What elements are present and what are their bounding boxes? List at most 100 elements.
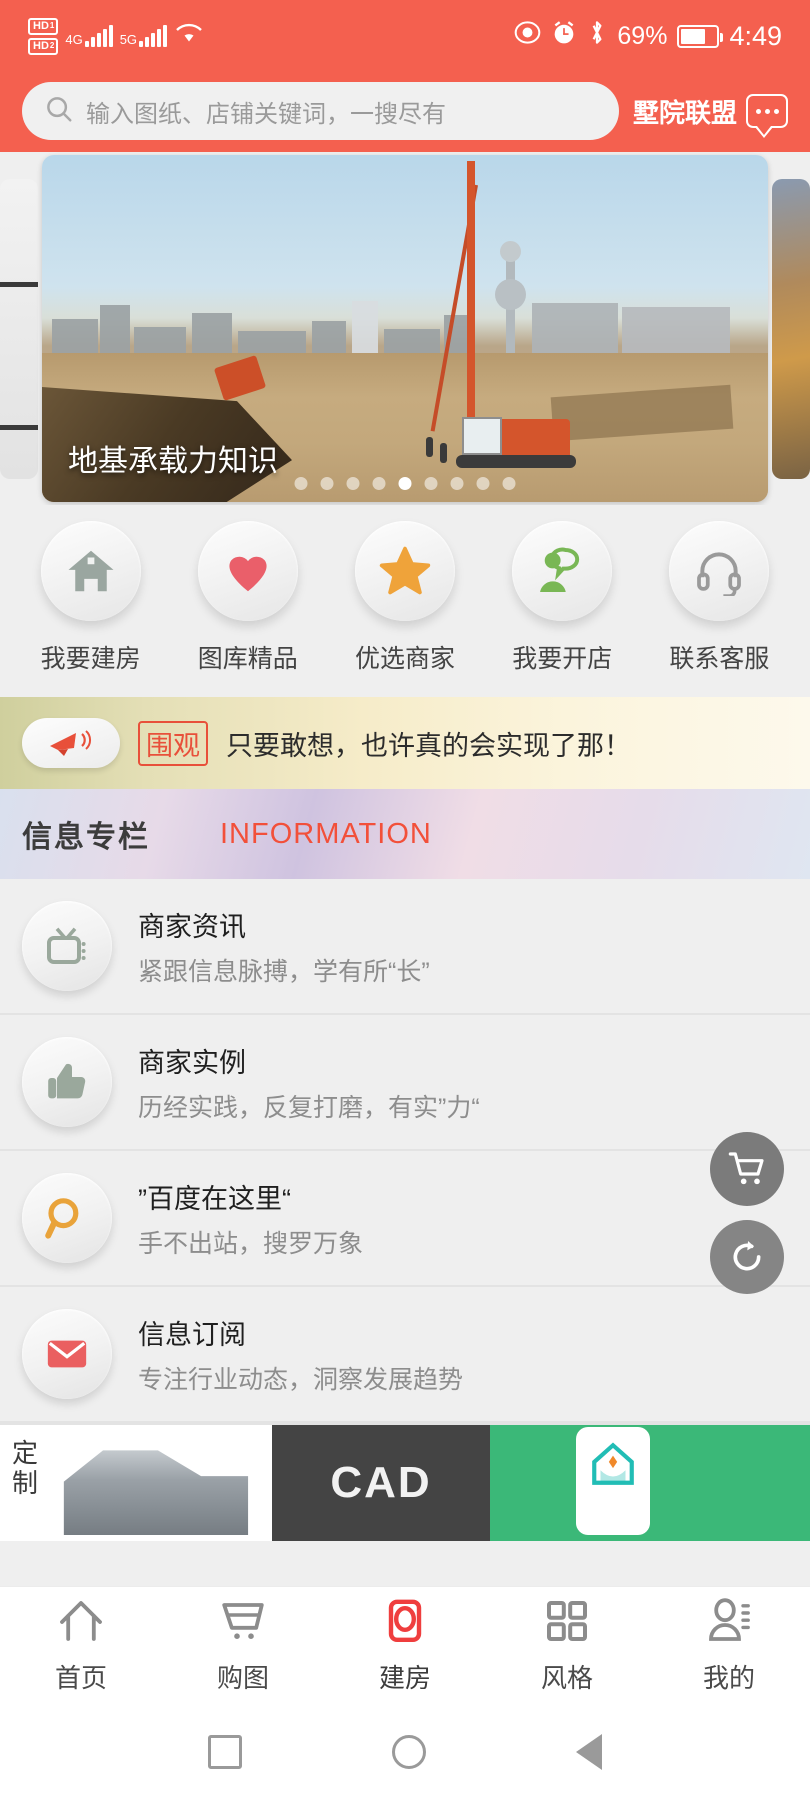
sim1-signal-icon: [84, 25, 113, 47]
banner-carousel[interactable]: 地基承载力知识: [0, 152, 810, 505]
brand-alliance-button[interactable]: 墅院联盟: [633, 93, 788, 138]
quick-action-1[interactable]: 我要建房: [12, 521, 169, 675]
info-item-subtitle: 紧跟信息脉搏，学有所“长”: [138, 957, 430, 986]
carousel-prev-peek[interactable]: [0, 178, 38, 479]
promo-card-cad[interactable]: CAD: [272, 1425, 490, 1541]
refresh-button[interactable]: [710, 1220, 784, 1294]
quick-action-4[interactable]: 我要开店: [484, 521, 641, 675]
message-bubble-icon[interactable]: [746, 94, 788, 138]
carousel-dot[interactable]: [450, 477, 464, 490]
megaphone-icon: [22, 718, 120, 768]
hd2-label: HD: [33, 39, 49, 52]
quick-action-3[interactable]: 优选商家: [326, 521, 483, 675]
cart-icon: [219, 1597, 267, 1650]
info-item-subtitle: 手不出站，搜罗万象: [138, 1229, 364, 1258]
quick-action-2[interactable]: 图库精品: [169, 521, 326, 675]
bluetooth-icon: [587, 19, 607, 53]
tab-首页[interactable]: 首页: [0, 1597, 162, 1695]
hd1-badge: HD 1: [28, 17, 59, 35]
info-list-item[interactable]: 商家实例历经实践，反复打磨，有实”力“: [0, 1015, 810, 1151]
tab-label: 风格: [540, 1662, 593, 1693]
carousel-dot[interactable]: [476, 477, 490, 490]
info-section-header: 信息专栏 INFORMATION: [0, 789, 810, 879]
triangle-back-icon[interactable]: [576, 1734, 602, 1770]
carousel-dot[interactable]: [424, 477, 438, 490]
carousel-active-slide[interactable]: 地基承载力知识: [42, 155, 768, 502]
app-header: HD 1 HD 2 4G 5G 69% 4:49 输入图纸、店铺关键词，一搜尽有…: [0, 0, 810, 152]
promo-card-custom[interactable]: 定制: [0, 1425, 272, 1541]
grid-icon: [543, 1597, 591, 1650]
notice-text: 只要敢想，也许真的会实现了那！: [226, 730, 631, 761]
carousel-dot[interactable]: [294, 477, 308, 490]
battery-icon: [677, 24, 724, 48]
info-list-item[interactable]: 商家资讯 紧跟信息脉搏，学有所“长”: [0, 879, 810, 1015]
magnifier-icon: [22, 1173, 112, 1263]
home-arrow-icon: [57, 1597, 105, 1650]
star-icon[interactable]: [355, 521, 455, 621]
thumbs-up-icon: [22, 1037, 112, 1127]
search-input[interactable]: 输入图纸、店铺关键词，一搜尽有: [22, 82, 619, 140]
tv-icon: [22, 901, 112, 991]
quick-action-label: 我要开店: [512, 645, 613, 673]
hd1-label: HD: [33, 19, 49, 32]
house-icon[interactable]: [40, 521, 141, 621]
tab-label: 我的: [702, 1662, 755, 1693]
carousel-dot[interactable]: [398, 477, 412, 490]
tab-label: 购图: [216, 1662, 269, 1693]
quick-action-5[interactable]: 联系客服: [641, 521, 798, 675]
clock: 4:49: [729, 20, 782, 51]
carousel-dots[interactable]: [294, 477, 516, 490]
info-item-title: 信息订阅: [138, 1319, 246, 1350]
info-item-subtitle: 历经实践，反复打磨，有实”力“: [138, 1093, 480, 1122]
tab-建房[interactable]: 建房: [324, 1597, 486, 1695]
hd2-badge: HD 2: [28, 37, 59, 55]
carousel-dot[interactable]: [372, 477, 386, 490]
signal-sim2: 5G: [120, 25, 168, 47]
promo-card-custom-label: 定制: [12, 1438, 39, 1498]
carousel-dot[interactable]: [320, 477, 334, 490]
carousel-dot[interactable]: [502, 477, 516, 490]
quick-action-grid: 我要建房 图库精品 优选商家 我要开店 联系客服: [0, 505, 810, 697]
envelope-icon: [22, 1309, 112, 1399]
status-bar: HD 1 HD 2 4G 5G 69% 4:49: [0, 0, 810, 72]
bottom-tab-bar: 首页 购图 建房 风格 我的: [0, 1586, 810, 1704]
search-icon: [44, 94, 74, 129]
carousel-dot[interactable]: [346, 477, 360, 490]
battery-percent: 69%: [617, 21, 668, 50]
search-placeholder: 输入图纸、店铺关键词，一搜尽有: [86, 100, 446, 128]
notice-banner[interactable]: 围观 只要敢想，也许真的会实现了那！: [0, 697, 810, 789]
quick-action-label: 优选商家: [355, 645, 456, 673]
info-item-text: 商家资讯 紧跟信息脉搏，学有所“长”: [138, 905, 430, 988]
circle-icon[interactable]: [392, 1735, 426, 1769]
tab-我的[interactable]: 我的: [648, 1597, 810, 1695]
hd-voice-badges: HD 1 HD 2: [28, 17, 59, 55]
house-3d-icon: [63, 1450, 249, 1535]
promo-card-cad-label: CAD: [330, 1458, 432, 1507]
heart-icon[interactable]: [197, 521, 298, 621]
promo-card-strip: 定制 CAD: [0, 1423, 810, 1541]
info-list-item[interactable]: 信息订阅专注行业动态，洞察发展趋势: [0, 1287, 810, 1423]
info-item-subtitle: 专注行业动态，洞察发展趋势: [138, 1365, 464, 1394]
info-title-en: INFORMATION: [220, 817, 432, 850]
hd1-sim: 1: [49, 21, 55, 30]
search-row: 输入图纸、店铺关键词，一搜尽有 墅院联盟: [0, 72, 810, 150]
eye-icon: [514, 19, 541, 53]
tab-购图[interactable]: 购图: [162, 1597, 324, 1695]
system-nav-bar: [0, 1704, 810, 1800]
hd2-sim: 2: [49, 41, 55, 50]
info-list-item[interactable]: ”百度在这里“ 手不出站，搜罗万象: [0, 1151, 810, 1287]
info-list: 商家资讯 紧跟信息脉搏，学有所“长” 商家实例历经实践，反复打磨，有实”力“ ”百度在…: [0, 879, 810, 1423]
square-icon[interactable]: [208, 1735, 242, 1769]
cart-button[interactable]: [710, 1132, 784, 1206]
status-bar-left: HD 1 HD 2 4G 5G: [28, 17, 204, 55]
info-item-title: 商家实例: [138, 1047, 246, 1078]
refresh-icon: [733, 1241, 761, 1271]
drilling-rig-cab: [462, 417, 502, 455]
info-item-text: ”百度在这里“ 手不出站，搜罗万象: [138, 1177, 363, 1260]
carousel-next-peek[interactable]: [772, 178, 810, 479]
tab-风格[interactable]: 风格: [486, 1597, 648, 1695]
promo-card-app[interactable]: [490, 1425, 810, 1541]
headset-icon[interactable]: [669, 521, 770, 621]
person-bubble-icon[interactable]: [512, 521, 613, 621]
shopping-cart-icon: [728, 1152, 764, 1185]
